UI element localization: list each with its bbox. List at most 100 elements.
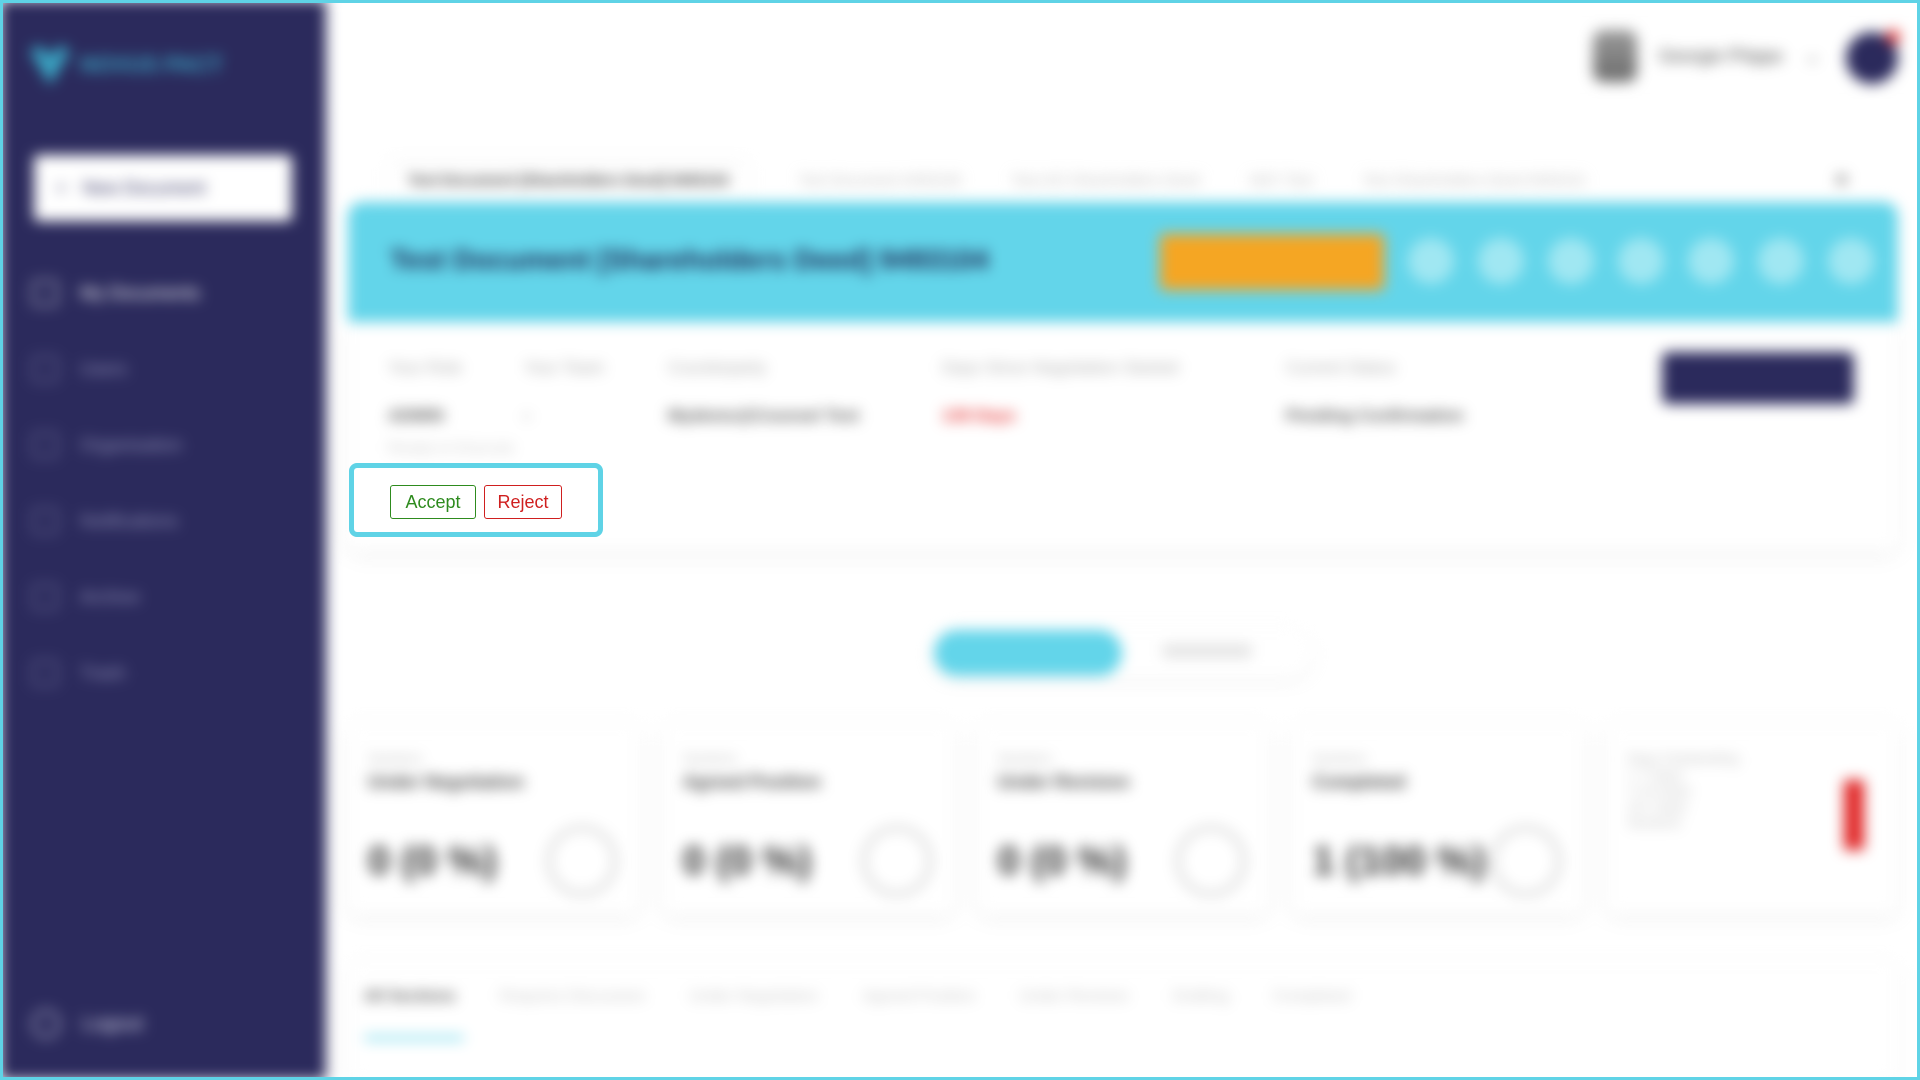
sidebar: NOVUS PACT + New Document My Documents U… [0,0,326,1080]
doc-tab[interactable]: NDY Test [1250,172,1313,189]
stat-card-value: 0 (0 %) [368,839,497,883]
role-column: Your Role ADMIN [388,358,462,426]
stat-card-value: 0 (0 %) [997,839,1127,883]
accept-reject-actions: Accept Reject [349,463,603,537]
toggle-all-sections[interactable] [1162,644,1252,658]
organisation-icon [32,432,58,458]
team-value: - [524,406,530,425]
tab-under-revision[interactable]: Under Revision [1019,988,1128,1006]
sidebar-item-organisation[interactable]: Organisation [32,407,292,483]
accept-button[interactable]: Accept [390,485,476,519]
stat-card-under-negotiation: Sections Under Negotiation 0 (0 %) [348,724,639,914]
status-column: Current Status Pending Confirmation [1286,358,1464,426]
blurred-background: NOVUS PACT + New Document My Documents U… [0,0,1920,1080]
sidebar-item-label: Users [80,358,128,379]
top-header: Georgie Phipps ⌄ [326,0,1920,110]
toggle-my-sections[interactable] [934,630,1122,676]
sidebar-nav: My Documents Users Organisation Notifica… [32,255,292,711]
sidebar-item-notifications[interactable]: Notifications [32,483,292,559]
documents-icon [32,280,58,306]
stat-card-completed: Sections Completed 1 (100 %) [1292,724,1584,914]
sidebar-item-label: Notifications [80,510,179,531]
toolbar-icon[interactable] [1408,238,1454,284]
sidebar-item-label: Trash [80,662,126,683]
days-column: Days Since Negotiation Started 139 Days [942,358,1178,426]
reject-button[interactable]: Reject [484,485,562,519]
document-tabs: Test Document [Shareholders Deed] 949310… [388,160,1848,200]
logout-icon [32,1010,60,1038]
toolbar-icon[interactable] [1548,238,1594,284]
days-outstanding-title: Days Outstanding [1627,750,1739,766]
sidebar-item-label: Organisation [80,434,183,455]
chart-bar [1843,780,1864,850]
user-photo [1592,30,1637,82]
sidebar-item-trash[interactable]: Trash [32,635,292,711]
sections-toggle[interactable] [932,628,1312,678]
doc-tab[interactable]: Test Shareholders Deed 9493101 [1363,172,1587,189]
sidebar-item-my-documents[interactable]: My Documents [32,255,292,331]
counterparty-column: Counterparty Mydemo@Counsel Test [668,358,859,426]
days-outstanding-card: Days Outstanding < 7 Days 7-14 Days 14+ … [1607,724,1898,914]
close-icon[interactable]: ✕ [1835,171,1848,189]
tab-under-negotiation[interactable]: Under Negotiation [689,988,818,1006]
trash-icon [32,660,58,686]
archive-icon [32,584,58,610]
sections-table-panel: All Sections Requires Discussion Under N… [348,962,1898,1080]
stat-card-label: Sections [682,750,737,766]
tab-completed[interactable]: Completed [1273,988,1350,1006]
plus-icon: + [56,177,67,198]
role-label: Your Role [388,358,463,377]
sidebar-item-users[interactable]: Users [32,331,292,407]
tab-agreed-position[interactable]: Agreed Position [862,988,975,1006]
status-label: Current Status [1286,358,1396,377]
team-label: Your Team [524,358,605,377]
stat-card-agreed-position: Sections Agreed Position 0 (0 %) [662,724,954,914]
avatar[interactable] [1846,30,1900,84]
open-document-button[interactable] [1662,352,1854,404]
sidebar-item-archive[interactable]: Archive [32,559,292,635]
stat-card-title: Agreed Position [682,772,821,792]
team-column: Your Team - [524,358,604,426]
stat-card-label: Sections [368,750,422,766]
chart-x-label: Sections [1627,814,1681,830]
ready-to-execute-label: Ready to Execute [388,440,515,457]
toolbar-icon[interactable] [1618,238,1664,284]
toolbar-icon[interactable] [1688,238,1734,284]
user-menu[interactable]: Georgie Phipps ⌄ [1592,30,1820,82]
counterparty-label: Counterparty [668,358,767,377]
new-document-label: New Document [82,177,206,198]
bell-icon [32,508,58,534]
stat-card-title: Completed [1312,772,1406,792]
edit-circle-icon [1176,826,1247,896]
handshake-icon [546,826,617,896]
stats-cards: Sections Under Negotiation 0 (0 %) Secti… [348,724,1898,914]
tab-drafting[interactable]: Drafting [1173,988,1229,1006]
tab-requires-discussion[interactable]: Requires Discussion [500,988,646,1006]
stat-card-value: 1 (100 %) [1312,839,1486,883]
sidebar-item-label: Archive [80,586,141,607]
tab-all-sections[interactable]: All Sections [364,988,456,1006]
stat-card-label: Sections [997,750,1052,766]
thumbs-up-icon [861,826,932,896]
role-value: ADMIN [388,406,444,425]
stat-card-under-revision: Sections Under Revision 0 (0 %) [977,724,1269,914]
check-circle-icon [1491,826,1562,896]
doc-tab[interactable]: Test A/S Shareholders Deed [1011,172,1199,189]
logout-button[interactable]: Logout [32,1010,143,1038]
counterparty-value: Mydemo@Counsel Test [668,406,860,425]
chevron-down-icon: ⌄ [1804,45,1820,66]
toolbar-icon[interactable] [1478,238,1524,284]
toolbar-icon[interactable] [1758,238,1804,284]
days-label: Days Since Negotiation Started [942,358,1179,377]
stat-card-label: Sections [1312,750,1367,766]
doc-tab[interactable]: Test Document [Shareholders Deed] 949310… [388,163,749,197]
toolbar-icon[interactable] [1828,238,1874,284]
section-filter-tabs: All Sections Requires Discussion Under N… [364,988,1350,1006]
primary-action-button[interactable] [1160,234,1384,290]
new-document-button[interactable]: + New Document [34,155,292,221]
users-icon [32,356,58,382]
stat-card-value: 0 (0 %) [682,839,812,883]
sidebar-item-label: My Documents [80,282,201,303]
legend-item: 14+ Days [1627,798,1687,814]
doc-tab[interactable]: Test Document 9493105 [799,172,962,189]
